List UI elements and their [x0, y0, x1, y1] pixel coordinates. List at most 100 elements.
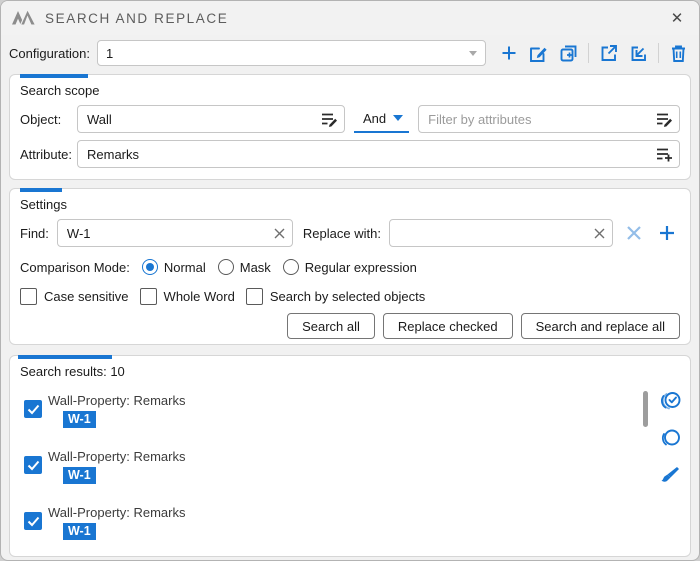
result-row[interactable]: Wall-Property: Remarks W-1 [24, 393, 680, 428]
titlebar: SEARCH AND REPLACE ✕ [1, 1, 699, 35]
replace-input-wrap [389, 219, 613, 247]
remove-pair-button[interactable] [621, 220, 647, 246]
search-and-replace-all-button[interactable]: Search and replace all [521, 313, 680, 339]
checkbox-icon [20, 288, 37, 305]
radio-icon [218, 259, 234, 275]
uncheck-all-icon [658, 426, 682, 450]
duplicate-icon [558, 42, 580, 64]
edit-list-icon[interactable] [656, 112, 673, 127]
result-label: Wall-Property: Remarks [48, 449, 185, 465]
result-checkbox-checked[interactable] [24, 400, 42, 418]
object-row: Object: And [20, 105, 680, 133]
result-content: Wall-Property: Remarks W-1 [48, 393, 185, 428]
radio-mask[interactable]: Mask [218, 259, 271, 275]
replace-with-input[interactable] [399, 226, 589, 241]
checkbox-whole-word[interactable]: Whole Word [140, 288, 235, 305]
result-label: Wall-Property: Remarks [48, 505, 185, 521]
checkbox-search-by-selected[interactable]: Search by selected objects [246, 288, 425, 305]
whole-word-label: Whole Word [164, 289, 235, 304]
configuration-label: Configuration: [9, 46, 90, 61]
result-checkbox-checked[interactable] [24, 512, 42, 530]
result-row[interactable]: Wall-Property: Remarks W-1 [24, 505, 680, 540]
action-buttons-row: Search all Replace checked Search and re… [20, 313, 680, 339]
radio-mask-label: Mask [240, 260, 271, 275]
attribute-input[interactable] [87, 147, 652, 162]
remove-pair-icon [625, 224, 643, 242]
comparison-mode-row: Comparison Mode: Normal Mask Regular exp… [20, 257, 680, 277]
toolbar-divider [658, 43, 659, 63]
settings-panel: Settings Find: Replace with: [9, 188, 691, 345]
import-configuration-button[interactable] [626, 41, 651, 66]
add-pair-button[interactable] [654, 220, 680, 246]
export-icon [598, 42, 620, 64]
radio-normal[interactable]: Normal [142, 259, 206, 275]
find-row: Find: Replace with: [20, 219, 680, 247]
checkbox-case-sensitive[interactable]: Case sensitive [20, 288, 129, 305]
replace-with-label: Replace with: [303, 226, 381, 241]
configuration-value: 1 [106, 46, 469, 61]
add-list-icon[interactable] [656, 147, 673, 162]
edit-list-icon[interactable] [321, 112, 338, 127]
clear-find-icon[interactable] [273, 227, 286, 240]
search-by-selected-label: Search by selected objects [270, 289, 425, 304]
brush-icon [658, 463, 682, 487]
delete-configuration-button[interactable] [666, 41, 691, 66]
configuration-toolbar [496, 41, 691, 66]
chevron-down-icon [469, 51, 477, 56]
results-scrollbar[interactable] [643, 391, 648, 427]
search-and-replace-dialog: SEARCH AND REPLACE ✕ Configuration: 1 [0, 0, 700, 561]
filter-by-attributes-input[interactable] [428, 112, 652, 127]
search-all-button[interactable]: Search all [287, 313, 375, 339]
search-scope-title: Search scope [20, 83, 680, 98]
match-highlight: W-1 [63, 411, 96, 428]
replace-checked-button[interactable]: Replace checked [383, 313, 513, 339]
radio-icon [283, 259, 299, 275]
clear-replace-icon[interactable] [593, 227, 606, 240]
results-list: Wall-Property: Remarks W-1 Wall-Property… [20, 393, 680, 540]
attribute-input-wrap [77, 140, 680, 168]
object-input[interactable] [87, 112, 317, 127]
plus-icon [499, 43, 519, 63]
result-content: Wall-Property: Remarks W-1 [48, 505, 185, 540]
match-highlight: W-1 [63, 467, 96, 484]
configuration-combobox[interactable]: 1 [97, 40, 486, 66]
attribute-label: Attribute: [20, 147, 77, 162]
radio-normal-label: Normal [164, 260, 206, 275]
search-scope-panel: Search scope Object: And [9, 74, 691, 180]
result-checkbox-checked[interactable] [24, 456, 42, 474]
radio-regular-expression[interactable]: Regular expression [283, 259, 417, 275]
close-button[interactable]: ✕ [663, 5, 691, 31]
results-toolbar [657, 388, 683, 488]
object-input-wrap [77, 105, 345, 133]
settings-title: Settings [20, 197, 680, 212]
search-results-title: Search results: 10 [20, 364, 680, 379]
duplicate-configuration-button[interactable] [556, 41, 581, 66]
edit-configuration-button[interactable] [526, 41, 551, 66]
checkbox-icon [246, 288, 263, 305]
uncheck-all-results-button[interactable] [657, 425, 683, 451]
active-tab-indicator [18, 355, 112, 359]
add-configuration-button[interactable] [496, 41, 521, 66]
find-label: Find: [20, 226, 49, 241]
check-icon [27, 460, 40, 471]
find-input[interactable] [67, 226, 269, 241]
operator-dropdown[interactable]: And [354, 105, 409, 133]
result-row[interactable]: Wall-Property: Remarks W-1 [24, 449, 680, 484]
active-tab-indicator [20, 74, 88, 78]
active-tab-indicator [20, 188, 62, 192]
checkbox-icon [140, 288, 157, 305]
check-all-results-button[interactable] [657, 388, 683, 414]
check-all-icon [658, 389, 682, 413]
match-highlight: W-1 [63, 523, 96, 540]
import-icon [628, 42, 650, 64]
result-content: Wall-Property: Remarks W-1 [48, 449, 185, 484]
configuration-row: Configuration: 1 [1, 38, 699, 68]
options-row: Case sensitive Whole Word Search by sele… [20, 286, 680, 306]
clear-highlight-button[interactable] [657, 462, 683, 488]
case-sensitive-label: Case sensitive [44, 289, 129, 304]
trash-icon [668, 43, 689, 64]
export-configuration-button[interactable] [596, 41, 621, 66]
add-pair-icon [657, 223, 677, 243]
result-label: Wall-Property: Remarks [48, 393, 185, 409]
radio-regex-label: Regular expression [305, 260, 417, 275]
